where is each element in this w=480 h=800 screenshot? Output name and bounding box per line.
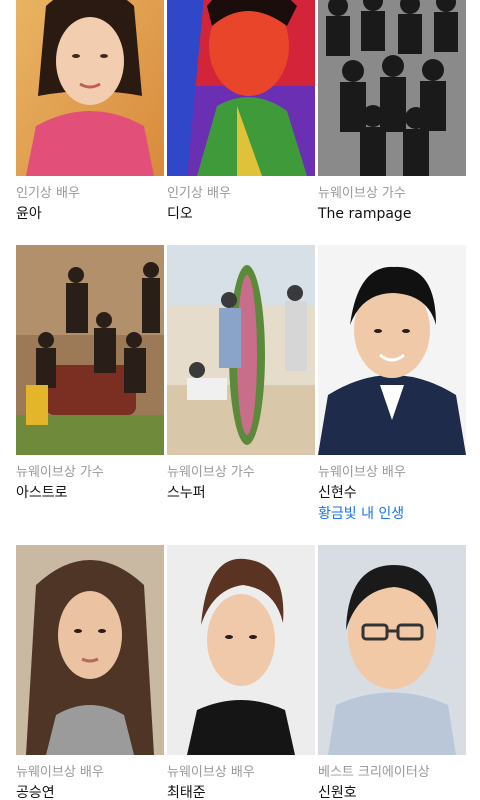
- award-category: 뉴웨이브상 가수: [318, 186, 406, 201]
- winner-photo[interactable]: [16, 245, 164, 455]
- winner-name[interactable]: 스누퍼: [167, 484, 315, 503]
- winner-photo[interactable]: [318, 245, 466, 455]
- winner-card[interactable]: 인기상 배우 디오: [167, 0, 315, 224]
- award-category: 뉴웨이브상 가수: [167, 465, 255, 480]
- winner-photo[interactable]: [318, 0, 466, 176]
- winner-photo[interactable]: [167, 545, 315, 755]
- award-category: 인기상 배우: [16, 186, 80, 201]
- award-category: 뉴웨이브상 가수: [16, 465, 104, 480]
- winner-card[interactable]: 인기상 배우 윤아: [16, 0, 164, 224]
- winner-name[interactable]: 최태준: [167, 784, 315, 800]
- winner-name[interactable]: 아스트로: [16, 484, 164, 503]
- winner-card[interactable]: 베스트 크리에이터상 신원호: [318, 545, 466, 800]
- winner-card[interactable]: 뉴웨이브상 가수 아스트로: [16, 245, 164, 503]
- winners-grid: 인기상 배우 윤아 인기상 배우 디오 뉴웨이브상 가수 The rampage…: [0, 0, 480, 800]
- winner-name[interactable]: 디오: [167, 205, 315, 224]
- winner-card[interactable]: 뉴웨이브상 가수 스누퍼: [167, 245, 315, 503]
- winner-name[interactable]: The rampage: [318, 205, 466, 224]
- award-category: 베스트 크리에이터상: [318, 765, 430, 780]
- winner-photo[interactable]: [167, 0, 315, 176]
- award-category: 뉴웨이브상 배우: [167, 765, 255, 780]
- winner-card[interactable]: 뉴웨이브상 배우 최태준: [167, 545, 315, 800]
- winner-name[interactable]: 신원호: [318, 784, 466, 800]
- award-category: 뉴웨이브상 배우: [318, 465, 406, 480]
- winner-photo[interactable]: [167, 245, 315, 455]
- winner-card[interactable]: 뉴웨이브상 가수 The rampage: [318, 0, 466, 224]
- winner-name[interactable]: 공승연: [16, 784, 164, 800]
- winner-photo[interactable]: [16, 545, 164, 755]
- winner-photo[interactable]: [318, 545, 466, 755]
- winner-card[interactable]: 뉴웨이브상 배우 공승연: [16, 545, 164, 800]
- winner-card[interactable]: 뉴웨이브상 배우 신현수 황금빛 내 인생: [318, 245, 466, 524]
- winner-photo[interactable]: [16, 0, 164, 176]
- winner-name[interactable]: 신현수: [318, 484, 466, 503]
- related-work-link[interactable]: 황금빛 내 인생: [318, 505, 466, 524]
- award-category: 인기상 배우: [167, 186, 231, 201]
- award-category: 뉴웨이브상 배우: [16, 765, 104, 780]
- winner-name[interactable]: 윤아: [16, 205, 164, 224]
